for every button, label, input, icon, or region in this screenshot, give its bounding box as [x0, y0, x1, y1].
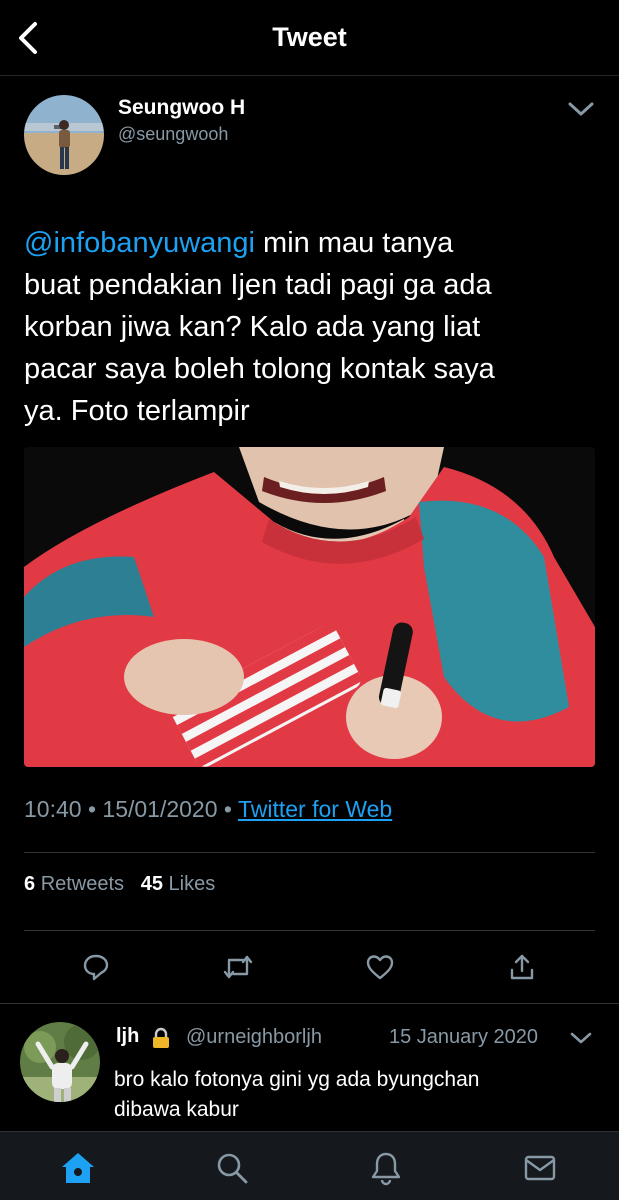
- reply-date: 15 January 2020: [389, 1026, 539, 1048]
- tweet-time: 10:40: [24, 796, 82, 822]
- retweet-count: 6: [24, 873, 36, 895]
- reply-text-line: dibawa kabur: [114, 1098, 239, 1121]
- notifications-icon: [371, 1152, 401, 1186]
- photo-illustration: [24, 447, 595, 767]
- reply-icon: [83, 954, 109, 981]
- author-name[interactable]: Seungwoo H: [118, 96, 245, 120]
- meta-separator: •: [223, 796, 232, 822]
- tweet-text-line: ya. Foto terlampir: [24, 395, 250, 427]
- reply-author-name[interactable]: ljh: [116, 1025, 139, 1048]
- like-count: 45: [140, 873, 163, 895]
- share-button[interactable]: [505, 950, 539, 984]
- reply-text-line: bro kalo fotonya gini yg ada byungchan: [114, 1068, 480, 1091]
- tweet-media-photo[interactable]: [24, 447, 595, 767]
- search-icon: [217, 1153, 248, 1184]
- retweets-stat[interactable]: 6 Retweets: [24, 873, 124, 895]
- retweet-button[interactable]: [221, 950, 255, 984]
- divider: [24, 852, 595, 853]
- lock-icon: [153, 1027, 169, 1048]
- tab-home[interactable]: [58, 1150, 98, 1186]
- reply-text: bro kalo fotonya gini yg ada byungchan d…: [114, 1065, 604, 1125]
- tweet-text-line: pacar saya boleh tolong kontak saya: [24, 353, 495, 385]
- share-icon: [510, 954, 534, 980]
- avatar-photo: [24, 95, 104, 175]
- home-icon: [62, 1153, 94, 1183]
- like-icon: [366, 955, 394, 980]
- tweet-meta: 10:40 • 15/01/2020 • Twitter for Web: [24, 796, 392, 823]
- retweet-label: Retweets: [40, 873, 125, 895]
- author-avatar[interactable]: [24, 95, 104, 175]
- meta-separator: •: [87, 796, 97, 822]
- tweet-options-button[interactable]: [564, 94, 598, 124]
- chevron-down-icon: [568, 102, 594, 116]
- protected-account: [149, 1026, 173, 1055]
- avatar-photo: [20, 1022, 100, 1102]
- tab-messages[interactable]: [520, 1150, 560, 1186]
- top-bar: Tweet: [0, 0, 619, 76]
- author-handle[interactable]: @seungwooh: [118, 124, 228, 145]
- reply-author-avatar[interactable]: [20, 1022, 100, 1102]
- mention-link[interactable]: @infobanyuwangi: [24, 227, 255, 259]
- messages-icon: [524, 1155, 556, 1181]
- likes-stat[interactable]: 45 Likes: [141, 873, 216, 895]
- tab-notifications[interactable]: [366, 1150, 406, 1186]
- tweet-text-line: korban jiwa kan? Kalo ada yang liat: [24, 311, 481, 343]
- divider: [24, 930, 595, 931]
- thread-separator: [0, 1003, 619, 1004]
- like-button[interactable]: [363, 950, 397, 984]
- like-label: Likes: [168, 873, 216, 895]
- tweet-stats: 6 Retweets 45 Likes: [24, 873, 215, 896]
- tweet-text-line: min mau tanya: [263, 227, 454, 259]
- retweet-icon: [223, 955, 253, 979]
- page-title: Tweet: [272, 22, 347, 52]
- bottom-tab-bar: [0, 1131, 619, 1200]
- tweet-text: @infobanyuwangi min mau tanya buat penda…: [24, 222, 599, 432]
- reply-options-button[interactable]: [566, 1024, 596, 1052]
- tweet-text-line: buat pendakian Ijen tadi pagi ga ada: [24, 269, 492, 301]
- reply-button[interactable]: [79, 950, 113, 984]
- tweet-source-link[interactable]: Twitter for Web: [238, 796, 392, 822]
- tweet-date: 15/01/2020: [102, 796, 218, 822]
- reply-author-handle[interactable]: @urneighborljh: [186, 1026, 322, 1049]
- tab-search[interactable]: [212, 1150, 252, 1186]
- chevron-down-icon: [570, 1032, 592, 1044]
